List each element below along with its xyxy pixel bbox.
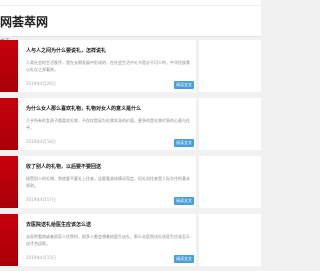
article-date: 2019年4月26日 — [26, 81, 56, 86]
top-bar — [0, 0, 261, 6]
article-card[interactable]: 人与人之间为什么要说礼，怎样说礼 人类社会的生活秩序，是在长期发展中形成的，在社… — [0, 40, 196, 92]
article-title[interactable]: 为什么女人那么喜欢礼物，礼物对女人的意义是什么 — [26, 105, 192, 112]
article-card[interactable]: 去医院送礼给医生应该怎么送 去医院看病或者陪家人住院时，很多人都会想着给医生送礼… — [0, 214, 196, 266]
article-summary: 去医院看病或者陪家人住院时，很多人都会想着给医生送礼，那么去医院送礼给医生应该怎… — [26, 234, 190, 246]
article-summary: 几乎所有的女孩子都喜欢礼物，不仅仅是因为礼物本身的价值，更多的是礼物代表的心意与… — [26, 118, 190, 130]
article-thumbnail[interactable] — [0, 40, 18, 92]
read-more-button[interactable]: 阅读全文 — [174, 139, 194, 147]
site-header: 网荟萃网 — [0, 0, 261, 37]
article-summary: 人类社会的生活秩序，是在长期发展中形成的，在社会生活中礼节是必不可少的，中华民族… — [26, 60, 190, 72]
read-more-button[interactable]: 阅读全文 — [174, 255, 194, 263]
article-date: 2019年4月18日 — [26, 139, 56, 144]
article-thumbnail[interactable] — [0, 156, 18, 208]
site-title[interactable]: 网荟萃网 — [0, 13, 48, 30]
article-title[interactable]: 收了别人的礼物，以后要不要回送 — [26, 163, 192, 170]
sidebar-widget — [199, 98, 261, 150]
article-thumbnail[interactable] — [0, 214, 18, 266]
article-summary: 接受别人的礼物，到底要不要礼上往来，这要看具体情况而定，但礼尚往来是人际交往的基… — [26, 176, 190, 188]
article-title[interactable]: 人与人之间为什么要说礼，怎样说礼 — [26, 47, 192, 54]
article-date: 2019年4月15日 — [26, 255, 56, 260]
article-thumbnail[interactable] — [0, 98, 18, 150]
article-list: 人与人之间为什么要说礼，怎样说礼 人类社会的生活秩序，是在长期发展中形成的，在社… — [0, 40, 196, 271]
article-title[interactable]: 去医院送礼给医生应该怎么送 — [26, 221, 192, 228]
sidebar-widget — [199, 156, 261, 208]
read-more-button[interactable]: 阅读全文 — [174, 81, 194, 89]
article-card[interactable]: 为什么女人那么喜欢礼物，礼物对女人的意义是什么 几乎所有的女孩子都喜欢礼物，不仅… — [0, 98, 196, 150]
sidebar-widget — [199, 214, 261, 266]
read-more-button[interactable]: 阅读全文 — [174, 197, 194, 205]
sidebar-widget — [199, 40, 261, 92]
article-date: 2019年4月17日 — [26, 197, 56, 202]
article-card[interactable]: 收了别人的礼物，以后要不要回送 接受别人的礼物，到底要不要礼上往来，这要看具体情… — [0, 156, 196, 208]
